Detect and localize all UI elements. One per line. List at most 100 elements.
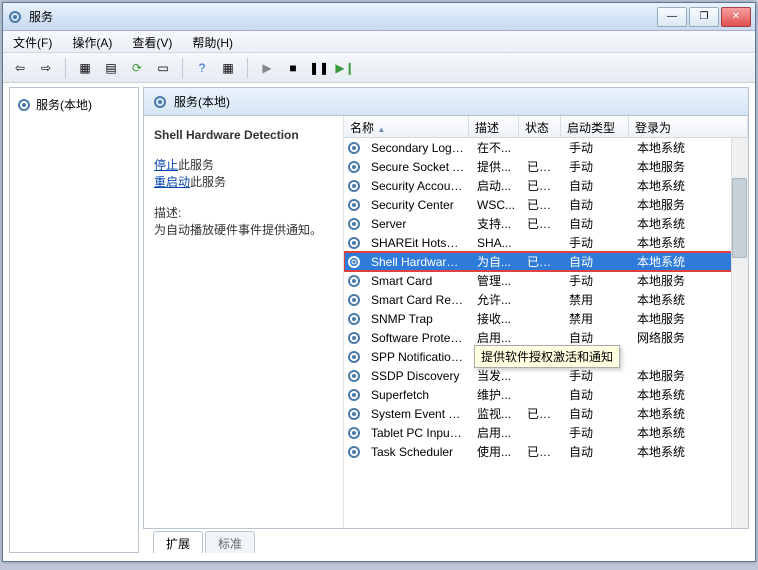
gear-icon (346, 444, 362, 460)
table-row[interactable]: Tablet PC Input ...启用...手动本地系统 (344, 423, 748, 442)
selected-service-name: Shell Hardware Detection (154, 128, 333, 142)
minimize-button[interactable]: — (657, 7, 687, 27)
tree-node-label: 服务(本地) (36, 96, 92, 113)
table-row[interactable]: Server支持...已启动自动本地系统 (344, 214, 748, 233)
refresh-button[interactable]: ⟳ (126, 57, 148, 79)
menu-action[interactable]: 操作(A) (62, 31, 122, 52)
table-row[interactable]: SHAREit Hotspot...SHA...手动本地系统 (344, 233, 748, 252)
col-header-name[interactable]: 名称 ▲ (344, 116, 469, 137)
services-window: 服务 — ❐ ✕ 文件(F) 操作(A) 查看(V) 帮助(H) ⇦ ⇨ ▦ ▤… (2, 2, 756, 562)
table-row[interactable]: Smart Card管理...手动本地服务 (344, 271, 748, 290)
restart-link-row: 重启动此服务 (154, 173, 333, 190)
table-row[interactable]: System Event N...监视...已启动自动本地系统 (344, 404, 748, 423)
col-header-desc[interactable]: 描述 (469, 116, 519, 137)
cell-start: 禁用 (563, 310, 631, 327)
cell-start: 手动 (563, 367, 631, 384)
restart-link[interactable]: 重启动 (154, 175, 190, 189)
tab-standard[interactable]: 标准 (205, 531, 255, 553)
table-row[interactable]: SPP Notification ... (344, 347, 748, 366)
cell-start: 自动 (563, 253, 631, 270)
cell-name: Secure Socket T... (365, 160, 471, 174)
export-list-button[interactable]: ▤ (100, 57, 122, 79)
close-button[interactable]: ✕ (721, 7, 751, 27)
cell-name: Tablet PC Input ... (365, 426, 471, 440)
table-row[interactable]: Secondary Logon在不...手动本地系统 (344, 138, 748, 157)
table-row[interactable]: Security Account...启动...已启动自动本地系统 (344, 176, 748, 195)
gear-icon (346, 406, 362, 422)
gear-icon (16, 97, 32, 113)
cell-status: 已启动 (521, 443, 563, 460)
cell-name: Security Center (365, 198, 471, 212)
cell-name: SSDP Discovery (365, 369, 471, 383)
stop-button[interactable]: ■ (282, 57, 304, 79)
tree-pane[interactable]: 服务(本地) (9, 87, 139, 553)
cell-start: 自动 (563, 177, 631, 194)
help-button[interactable]: ? (191, 57, 213, 79)
options-button[interactable]: ▦ (217, 57, 239, 79)
cell-status: 已启动 (521, 405, 563, 422)
menu-view[interactable]: 查看(V) (122, 31, 182, 52)
forward-button[interactable]: ⇨ (35, 57, 57, 79)
service-list: 名称 ▲ 描述 状态 启动类型 登录为 Secondary Logon在不...… (344, 116, 748, 528)
cell-start: 自动 (563, 405, 631, 422)
cell-desc: 监视... (471, 405, 521, 422)
cell-name: Task Scheduler (365, 445, 471, 459)
separator (182, 58, 183, 78)
table-row[interactable]: SNMP Trap接收...禁用本地服务 (344, 309, 748, 328)
cell-start: 手动 (563, 272, 631, 289)
cell-status: 已启动 (521, 177, 563, 194)
stop-link-row: 停止此服务 (154, 156, 333, 173)
col-header-login[interactable]: 登录为 (629, 116, 748, 137)
body-area: 服务(本地) 服务(本地) Shell Hardware Detection 停… (3, 83, 755, 557)
cell-desc: 启用... (471, 424, 521, 441)
stop-link[interactable]: 停止 (154, 158, 178, 172)
gear-icon (346, 311, 362, 327)
cell-desc: 使用... (471, 443, 521, 460)
cell-status: 已启动 (521, 215, 563, 232)
cell-name: SPP Notification ... (365, 350, 471, 364)
cell-start: 手动 (563, 139, 631, 156)
gear-icon (346, 216, 362, 232)
gear-icon (346, 330, 362, 346)
table-row[interactable]: SSDP Discovery当发...手动本地服务 (344, 366, 748, 385)
cell-name: Software Protect... (365, 331, 471, 345)
cell-name: SNMP Trap (365, 312, 471, 326)
cell-desc: 提供... (471, 158, 521, 175)
maximize-button[interactable]: ❐ (689, 7, 719, 27)
cell-desc: 启动... (471, 177, 521, 194)
col-header-start[interactable]: 启动类型 (561, 116, 629, 137)
table-row[interactable]: Shell Hardware ...为自...已启动自动本地系统 (344, 252, 748, 271)
description-text: 为自动播放硬件事件提供通知。 (154, 221, 333, 238)
tree-node-services-local[interactable]: 服务(本地) (14, 94, 134, 115)
pause-button[interactable]: ❚❚ (308, 57, 330, 79)
table-row[interactable]: Secure Socket T...提供...已启动手动本地服务 (344, 157, 748, 176)
scrollbar[interactable] (731, 138, 748, 528)
table-row[interactable]: Task Scheduler使用...已启动自动本地系统 (344, 442, 748, 461)
table-row[interactable]: Smart Card Rem...允许...禁用本地系统 (344, 290, 748, 309)
list-rows[interactable]: Secondary Logon在不...手动本地系统Secure Socket … (344, 138, 748, 528)
cell-name: Shell Hardware ... (365, 255, 471, 269)
separator (65, 58, 66, 78)
table-row[interactable]: Software Protect...启用...自动网络服务 (344, 328, 748, 347)
service-detail-pane: Shell Hardware Detection 停止此服务 重启动此服务 描述… (144, 116, 344, 528)
content-header: 服务(本地) (143, 87, 749, 115)
titlebar[interactable]: 服务 — ❐ ✕ (3, 3, 755, 31)
gear-icon (346, 425, 362, 441)
start-button[interactable]: ▶ (256, 57, 278, 79)
scroll-thumb[interactable] (732, 178, 747, 258)
table-row[interactable]: Superfetch维护...自动本地系统 (344, 385, 748, 404)
tab-extended[interactable]: 扩展 (153, 531, 203, 553)
back-button[interactable]: ⇦ (9, 57, 31, 79)
menu-help[interactable]: 帮助(H) (182, 31, 243, 52)
gear-icon (346, 235, 362, 251)
restart-button[interactable]: ▶❙ (334, 57, 356, 79)
cell-start: 手动 (563, 424, 631, 441)
content-body: Shell Hardware Detection 停止此服务 重启动此服务 描述… (143, 115, 749, 529)
properties-button[interactable]: ▭ (152, 57, 174, 79)
show-hide-tree-button[interactable]: ▦ (74, 57, 96, 79)
gear-icon (152, 94, 168, 110)
menu-file[interactable]: 文件(F) (3, 31, 62, 52)
cell-start: 自动 (563, 443, 631, 460)
table-row[interactable]: Security CenterWSC...已启动自动本地服务 (344, 195, 748, 214)
col-header-status[interactable]: 状态 (519, 116, 561, 137)
